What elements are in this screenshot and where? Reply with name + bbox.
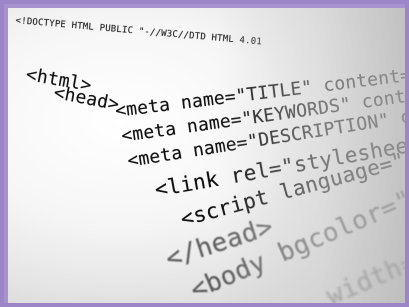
photo-frame: <!DOCTYPE HTML PUBLIC "-//W3C//DTD HTML … [0, 0, 409, 307]
doctype-line: <!DOCTYPE HTML PUBLIC "-//W3C//DTD HTML … [15, 16, 263, 48]
head-open-tag: <head> [51, 82, 122, 116]
html-code-printout: <!DOCTYPE HTML PUBLIC "-//W3C//DTD HTML … [8, 8, 405, 303]
printed-paper: <!DOCTYPE HTML PUBLIC "-//W3C//DTD HTML … [8, 8, 405, 303]
